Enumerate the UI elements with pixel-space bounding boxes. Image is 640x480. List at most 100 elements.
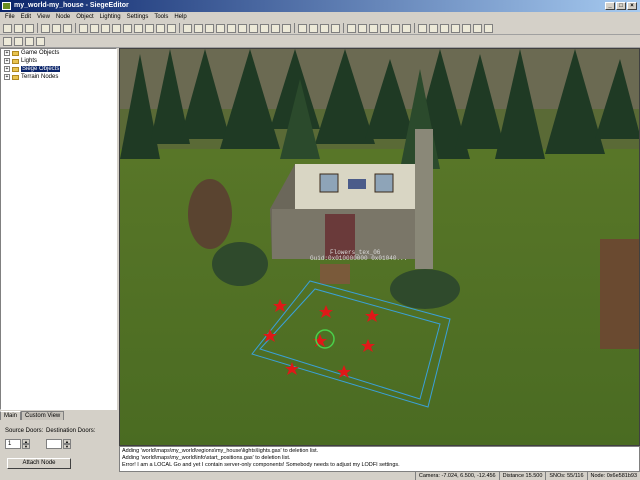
- cut-icon[interactable]: [41, 23, 50, 33]
- source-doors-stepper[interactable]: ▲ ▼: [22, 439, 30, 449]
- move-icon[interactable]: [194, 23, 203, 33]
- paste-icon[interactable]: [63, 23, 72, 33]
- folder-icon: [12, 58, 19, 64]
- open-icon[interactable]: [14, 23, 23, 33]
- wireframe-icon[interactable]: [418, 23, 427, 33]
- redo-icon[interactable]: [90, 23, 99, 33]
- node-icon[interactable]: [123, 23, 132, 33]
- down-arrow-icon[interactable]: ▼: [63, 444, 71, 449]
- lit-icon[interactable]: [451, 23, 460, 33]
- menu-node[interactable]: Node: [53, 14, 73, 20]
- toolbar-separator: [37, 23, 38, 33]
- tree-item-terrain-nodes[interactable]: + Terrain Nodes: [1, 73, 116, 81]
- tree-item-label: Game Objects: [21, 50, 60, 56]
- grid-icon[interactable]: [112, 23, 121, 33]
- toolbar-separator: [75, 23, 76, 33]
- forward-icon[interactable]: [14, 36, 23, 46]
- snap-icon[interactable]: [216, 23, 225, 33]
- sun-icon[interactable]: [298, 23, 307, 33]
- decal-icon[interactable]: [156, 23, 165, 33]
- point-light-icon[interactable]: [320, 23, 329, 33]
- tab-main[interactable]: Main: [0, 411, 22, 420]
- console-output[interactable]: Adding 'world\maps\my_world\regions\my_h…: [119, 446, 640, 472]
- menu-help[interactable]: Help: [171, 14, 189, 20]
- water-icon[interactable]: [282, 23, 291, 33]
- tree-item-lights[interactable]: + Lights: [1, 57, 116, 65]
- menu-view[interactable]: View: [34, 14, 53, 20]
- menu-bar: File Edit View Node Object Lighting Sett…: [0, 12, 640, 22]
- copy-icon[interactable]: [52, 23, 61, 33]
- doors-panel: Source Doors: Destination Doors:: [0, 420, 117, 480]
- textured-icon[interactable]: [440, 23, 449, 33]
- terrain-icon[interactable]: [167, 23, 176, 33]
- camera-icon[interactable]: [249, 23, 258, 33]
- menu-settings[interactable]: Settings: [124, 14, 152, 20]
- console-line: Error! I am a LOCAL Go and yet I contain…: [122, 462, 400, 468]
- destination-doors-stepper[interactable]: ▲ ▼: [63, 439, 71, 449]
- normals-icon[interactable]: [473, 23, 482, 33]
- tree-item-label: Siege Objects: [21, 66, 61, 72]
- menu-file[interactable]: File: [2, 14, 18, 20]
- help-icon[interactable]: [484, 23, 493, 33]
- object-guid-label: Guid:0x010000000 0x01040...: [310, 255, 407, 262]
- back-icon[interactable]: [3, 36, 12, 46]
- toolbar-separator: [343, 23, 344, 33]
- snos-status: SNOs: 55/116: [545, 472, 586, 480]
- expand-icon[interactable]: +: [4, 58, 10, 64]
- toolbar-separator: [414, 23, 415, 33]
- select-icon[interactable]: [101, 23, 110, 33]
- console-line: Adding 'world\maps\my_world\regions\my_h…: [122, 448, 319, 454]
- spot-light-icon[interactable]: [309, 23, 318, 33]
- toolbar-separator: [179, 23, 180, 33]
- unlink-icon[interactable]: [238, 23, 247, 33]
- link-icon[interactable]: [227, 23, 236, 33]
- waypoint-icon[interactable]: [358, 23, 367, 33]
- object-icon[interactable]: [134, 23, 143, 33]
- tab-custom-view[interactable]: Custom View: [21, 411, 65, 420]
- 3d-viewport[interactable]: Flowers_tex_06 Guid:0x010000000 0x01040.…: [119, 48, 640, 446]
- tree-item-game-objects[interactable]: + Game Objects: [1, 49, 116, 57]
- folder-icon: [12, 50, 19, 56]
- scale-icon[interactable]: [205, 23, 214, 33]
- stitch-icon[interactable]: [391, 23, 400, 33]
- region-icon[interactable]: [402, 23, 411, 33]
- solid-icon[interactable]: [429, 23, 438, 33]
- menu-tools[interactable]: Tools: [151, 14, 171, 20]
- console-line: Adding 'world\maps\my_world\info\start_p…: [122, 455, 291, 461]
- rotate-icon[interactable]: [183, 23, 192, 33]
- close-button[interactable]: ×: [627, 2, 637, 10]
- source-doors-input[interactable]: 1: [5, 439, 21, 449]
- node-status: Node: 0x6e581b93: [586, 472, 640, 480]
- menu-lighting[interactable]: Lighting: [97, 14, 124, 20]
- expand-icon[interactable]: +: [4, 74, 10, 80]
- trigger-icon[interactable]: [369, 23, 378, 33]
- save-icon[interactable]: [25, 23, 34, 33]
- object-tree[interactable]: + Game Objects + Lights + Siege Objects …: [0, 48, 117, 410]
- sound-icon[interactable]: [380, 23, 389, 33]
- bounding-box-icon[interactable]: [462, 23, 471, 33]
- properties-icon[interactable]: [36, 36, 45, 46]
- menu-object[interactable]: Object: [73, 14, 96, 20]
- window-title: my_world-my_house - SiegeEditor: [14, 2, 129, 9]
- down-arrow-icon[interactable]: ▼: [22, 444, 30, 449]
- path-icon[interactable]: [347, 23, 356, 33]
- attach-node-button[interactable]: Attach Node: [7, 458, 71, 469]
- menu-edit[interactable]: Edit: [18, 14, 34, 20]
- ambient-icon[interactable]: [331, 23, 340, 33]
- source-doors-label: Source Doors:: [5, 428, 44, 434]
- expand-icon[interactable]: +: [4, 66, 10, 72]
- minimize-button[interactable]: _: [605, 2, 615, 10]
- expand-icon[interactable]: +: [4, 50, 10, 56]
- tree-item-siege-objects[interactable]: + Siege Objects: [1, 65, 116, 73]
- undo-icon[interactable]: [79, 23, 88, 33]
- maximize-button[interactable]: □: [616, 2, 626, 10]
- title-bar: my_world-my_house - SiegeEditor _ □ ×: [0, 0, 640, 12]
- palette-icon[interactable]: [25, 36, 34, 46]
- fog-icon[interactable]: [271, 23, 280, 33]
- status-bar: Camera: -7.024, 6.500, -12.456 Distance …: [119, 472, 640, 480]
- zoom-icon[interactable]: [260, 23, 269, 33]
- toolbar-separator: [294, 23, 295, 33]
- destination-doors-input[interactable]: [46, 439, 62, 449]
- light-icon[interactable]: [145, 23, 154, 33]
- new-icon[interactable]: [3, 23, 12, 33]
